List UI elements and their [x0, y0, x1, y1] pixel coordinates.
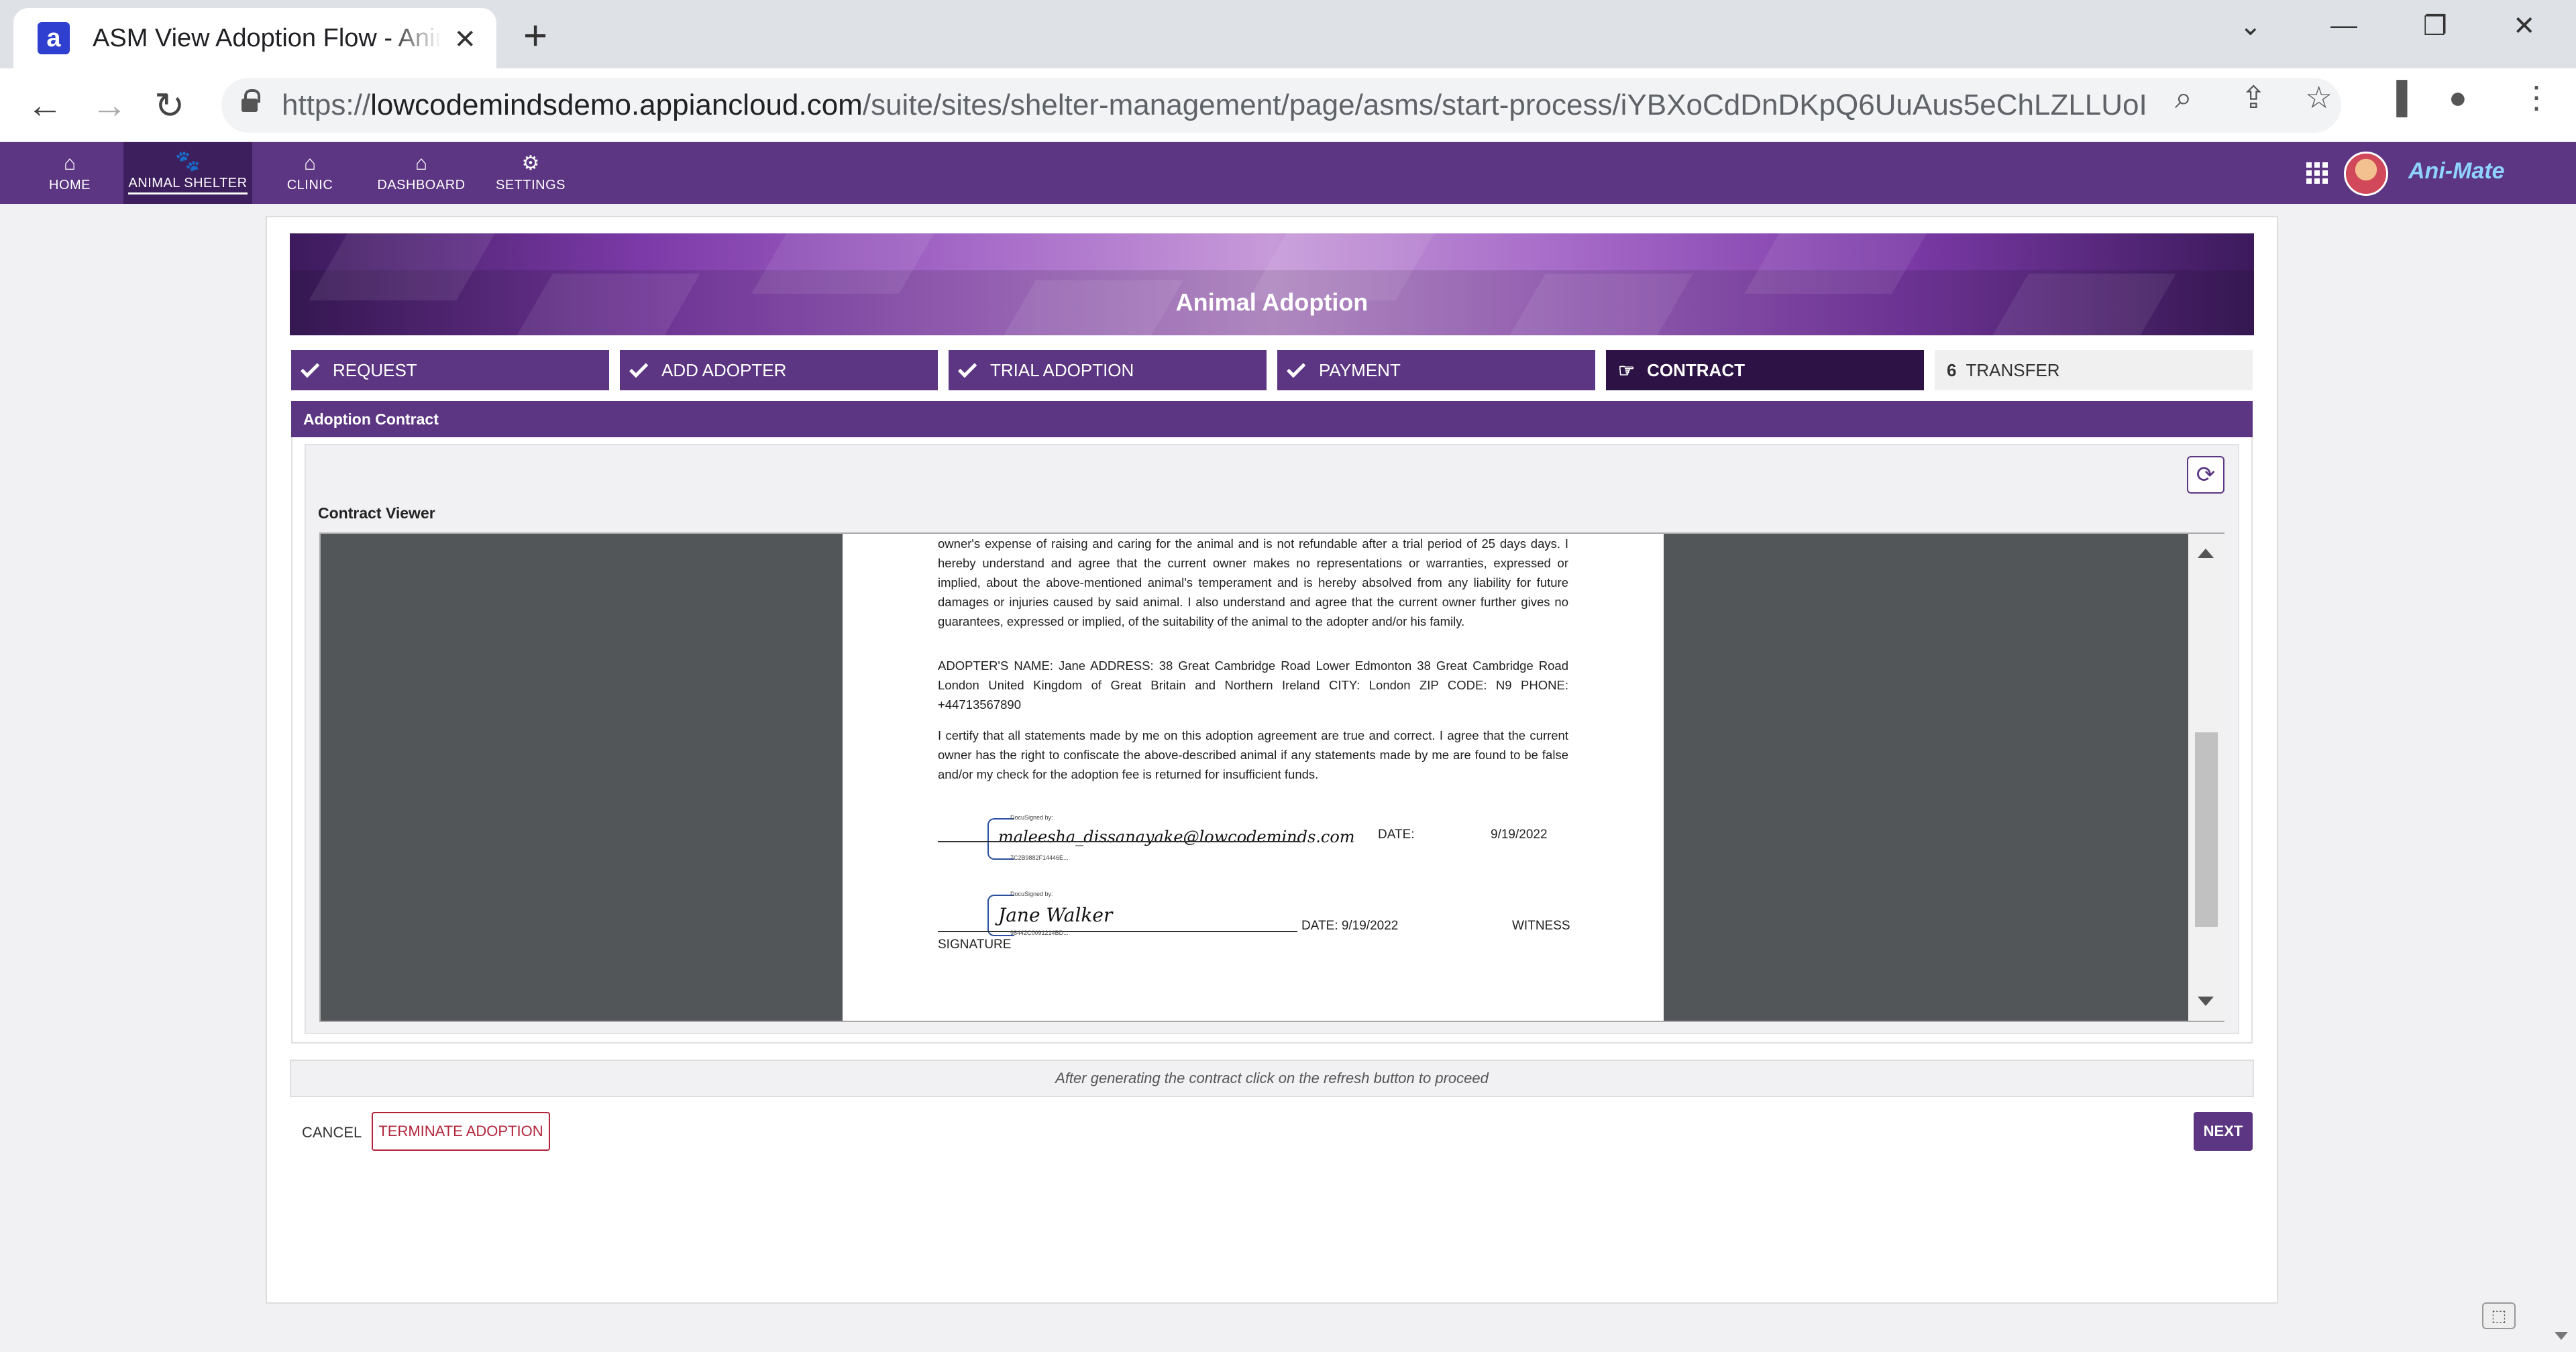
- back-arrow-icon[interactable]: ←: [27, 84, 63, 126]
- nav-item-animal-shelter[interactable]: 🐾 ANIMAL SHELTER: [123, 142, 252, 204]
- bookmark-star-icon[interactable]: ☆: [2305, 79, 2332, 115]
- reload-icon[interactable]: ↻: [154, 84, 184, 127]
- tab-search-chevron-icon[interactable]: ⌄: [2239, 11, 2262, 42]
- signature-line: [938, 931, 1297, 932]
- gear-icon: ⚙: [521, 152, 540, 174]
- terminate-adoption-button[interactable]: TERMINATE ADOPTION: [372, 1112, 550, 1151]
- profile-icon[interactable]: ●: [2449, 79, 2467, 115]
- app-top-nav: ⌂ HOME 🐾 ANIMAL SHELTER ⌂ CLINIC ⌂ DASHB…: [0, 142, 2576, 204]
- witness-label: WITNESS: [1512, 919, 1570, 933]
- contract-paragraph: ADOPTER'S NAME: Jane ADDRESS: 38 Great C…: [938, 659, 1568, 712]
- step-contract[interactable]: ☞ CONTRACT: [1606, 350, 1924, 390]
- new-tab-button[interactable]: +: [523, 12, 547, 60]
- date-text: DATE: 9/19/2022: [1301, 919, 1399, 933]
- browser-tab[interactable]: a ASM View Adoption Flow - Animal Adopti…: [13, 8, 496, 68]
- checkmark-icon: [958, 359, 977, 378]
- feedback-cursor-icon[interactable]: ⬚: [2482, 1302, 2516, 1329]
- forward-arrow-icon[interactable]: →: [91, 84, 127, 126]
- pointing-hand-icon: ☞: [1618, 359, 1635, 381]
- refresh-hint: After generating the contract click on t…: [290, 1060, 2254, 1097]
- step-transfer[interactable]: 6 TRANSFER: [1935, 350, 2253, 390]
- viewer-scrollbar[interactable]: [2188, 534, 2224, 1021]
- lock-icon: [241, 89, 260, 115]
- close-window-button[interactable]: ✕: [2513, 11, 2536, 42]
- page-title: Animal Adoption: [1175, 288, 1368, 316]
- browser-tab-strip: a ASM View Adoption Flow - Animal Adopti…: [0, 0, 2576, 68]
- scrollbar-thumb[interactable]: [2195, 732, 2218, 927]
- step-request[interactable]: REQUEST: [291, 350, 609, 390]
- minimize-window-button[interactable]: —: [2330, 11, 2357, 41]
- page-banner: Animal Adoption: [290, 233, 2254, 335]
- checkmark-icon: [629, 359, 649, 378]
- app-launcher-grid-icon[interactable]: [2306, 162, 2328, 184]
- nav-item-settings[interactable]: ⚙ SETTINGS: [494, 142, 568, 204]
- contract-document-page: owner's expense of raising and caring fo…: [843, 534, 1664, 1021]
- docusigned-caption: DocuSigned by:: [1010, 891, 1053, 897]
- scroll-down-arrow-icon[interactable]: [2198, 997, 2214, 1006]
- ani-mate-logo[interactable]: Ani-Mate: [2408, 158, 2505, 184]
- user-avatar[interactable]: [2344, 152, 2388, 196]
- contract-viewer-label: Contract Viewer: [318, 504, 435, 522]
- date-value: 9/19/2022: [1491, 828, 1548, 842]
- nav-item-dashboard[interactable]: ⌂ DASHBOARD: [369, 142, 474, 204]
- page-scroll-down-arrow-icon[interactable]: [2555, 1332, 2568, 1340]
- tab-title: ASM View Adoption Flow - Animal Adoption: [93, 23, 441, 52]
- docusigned-caption: DocuSigned by:: [1010, 814, 1053, 821]
- url-text[interactable]: https://lowcodemindsdemo.appiancloud.com…: [282, 89, 2147, 122]
- side-panel-icon[interactable]: ▐: [2385, 79, 2408, 115]
- cancel-button[interactable]: CANCEL: [302, 1124, 362, 1141]
- step-number: 6: [1947, 359, 1957, 380]
- refresh-button[interactable]: ⟳: [2187, 456, 2224, 494]
- checkmark-icon: [301, 359, 320, 378]
- docusign-envelope-id: 7C2B9882F14446E...: [1010, 854, 1069, 861]
- browser-toolbar: ← → ↻ https://lowcodemindsdemo.appianclo…: [0, 68, 2576, 142]
- docusign-envelope-id: 98442C0091214BD...: [1010, 929, 1069, 936]
- appian-favicon-icon: a: [38, 22, 70, 54]
- contract-paragraph: I certify that all statements made by me…: [938, 728, 1568, 781]
- nav-item-home[interactable]: ⌂ HOME: [39, 142, 101, 204]
- refresh-icon: ⟳: [2196, 462, 2216, 488]
- step-trial-adoption[interactable]: TRIAL ADOPTION: [949, 350, 1267, 390]
- close-tab-icon[interactable]: ✕: [453, 24, 476, 55]
- signature-adopter: Jane Walker: [998, 904, 1113, 926]
- nav-item-clinic[interactable]: ⌂ CLINIC: [276, 142, 343, 204]
- clinic-icon: ⌂: [303, 152, 317, 174]
- next-button[interactable]: NEXT: [2194, 1112, 2253, 1151]
- signature-owner: maleesha_dissanayake@lowcodeminds.com: [998, 828, 1355, 846]
- step-add-adopter[interactable]: ADD ADOPTER: [620, 350, 938, 390]
- signature-line: [938, 841, 1300, 842]
- signature-label: SIGNATURE: [938, 938, 1012, 952]
- step-payment[interactable]: PAYMENT: [1277, 350, 1595, 390]
- home-icon: ⌂: [63, 152, 76, 174]
- share-icon[interactable]: ⇪: [2241, 79, 2267, 115]
- section-header: Adoption Contract: [291, 401, 2253, 437]
- checkmark-icon: [1287, 359, 1306, 378]
- paw-icon: 🐾: [175, 150, 201, 172]
- dashboard-icon: ⌂: [415, 152, 428, 174]
- scroll-up-arrow-icon[interactable]: [2198, 549, 2214, 558]
- address-bar[interactable]: https://lowcodemindsdemo.appiancloud.com…: [221, 78, 2341, 133]
- more-menu-icon[interactable]: ⋮: [2521, 79, 2552, 115]
- restore-window-button[interactable]: ❐: [2423, 11, 2447, 42]
- contract-paragraph: owner's expense of raising and caring fo…: [938, 537, 1568, 628]
- date-label: DATE:: [1378, 828, 1415, 842]
- zoom-icon[interactable]: ⌕: [2175, 79, 2192, 117]
